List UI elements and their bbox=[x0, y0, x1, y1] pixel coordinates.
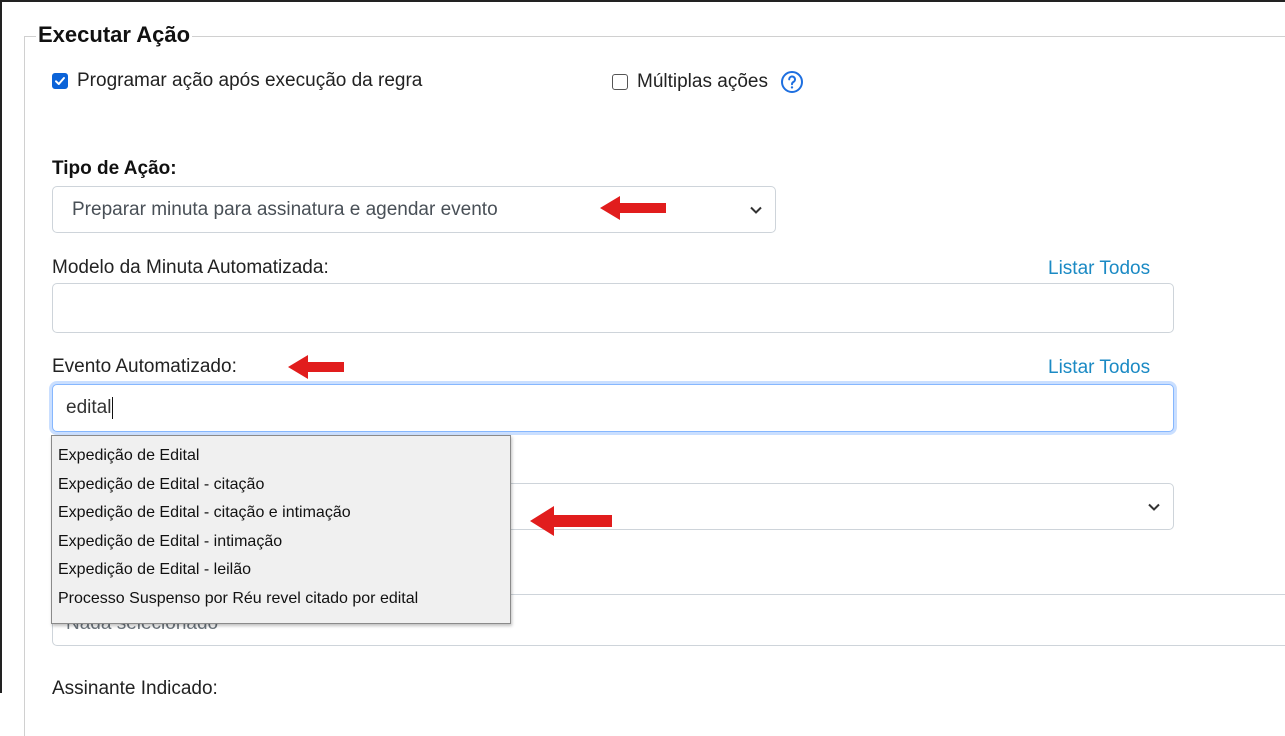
autocomplete-option[interactable]: Expedição de Edital - leilão bbox=[52, 556, 510, 585]
tipo-acao-value: Preparar minuta para assinatura e agenda… bbox=[72, 198, 498, 220]
multiplas-acoes-option[interactable]: Múltiplas ações bbox=[612, 70, 804, 94]
autocomplete-dropdown: Expedição de Edital Expedição de Edital … bbox=[51, 435, 511, 624]
section-title: Executar Ação bbox=[36, 20, 193, 50]
autocomplete-option[interactable]: Expedição de Edital bbox=[52, 442, 510, 471]
programar-acao-option[interactable]: Programar ação após execução da regra bbox=[52, 70, 422, 92]
programar-acao-checkbox[interactable] bbox=[52, 73, 68, 89]
autocomplete-option[interactable]: Expedição de Edital - intimação bbox=[52, 528, 510, 557]
chevron-down-icon bbox=[1147, 502, 1161, 512]
chevron-down-icon bbox=[749, 205, 763, 215]
modelo-minuta-label: Modelo da Minuta Automatizada: bbox=[52, 257, 329, 278]
checkmark-icon bbox=[55, 77, 65, 85]
modelo-minuta-input[interactable] bbox=[52, 283, 1174, 333]
evento-listar-todos-link[interactable]: Listar Todos bbox=[1048, 357, 1150, 379]
annotation-arrow-icon bbox=[530, 506, 612, 536]
evento-automatizado-input[interactable]: edital bbox=[52, 384, 1174, 432]
autocomplete-option[interactable]: Expedição de Edital - citação bbox=[52, 471, 510, 500]
multiplas-acoes-label: Múltiplas ações bbox=[637, 71, 768, 92]
modelo-minuta-listar-todos-link[interactable]: Listar Todos bbox=[1048, 258, 1150, 280]
evento-automatizado-label: Evento Automatizado: bbox=[52, 356, 237, 377]
help-icon[interactable] bbox=[780, 70, 804, 94]
evento-input-value: edital bbox=[66, 397, 112, 418]
text-caret bbox=[112, 396, 114, 419]
tipo-acao-label: Tipo de Ação: bbox=[52, 158, 177, 179]
annotation-arrow-icon bbox=[288, 355, 344, 379]
autocomplete-option[interactable]: Expedição de Edital - citação e intimaçã… bbox=[52, 499, 510, 528]
assinante-indicado-label: Assinante Indicado: bbox=[52, 678, 218, 699]
annotation-arrow-icon bbox=[600, 196, 666, 220]
multiplas-acoes-checkbox[interactable] bbox=[612, 74, 628, 90]
programar-acao-label: Programar ação após execução da regra bbox=[77, 70, 423, 91]
autocomplete-option[interactable]: Processo Suspenso por Réu revel citado p… bbox=[52, 585, 510, 614]
